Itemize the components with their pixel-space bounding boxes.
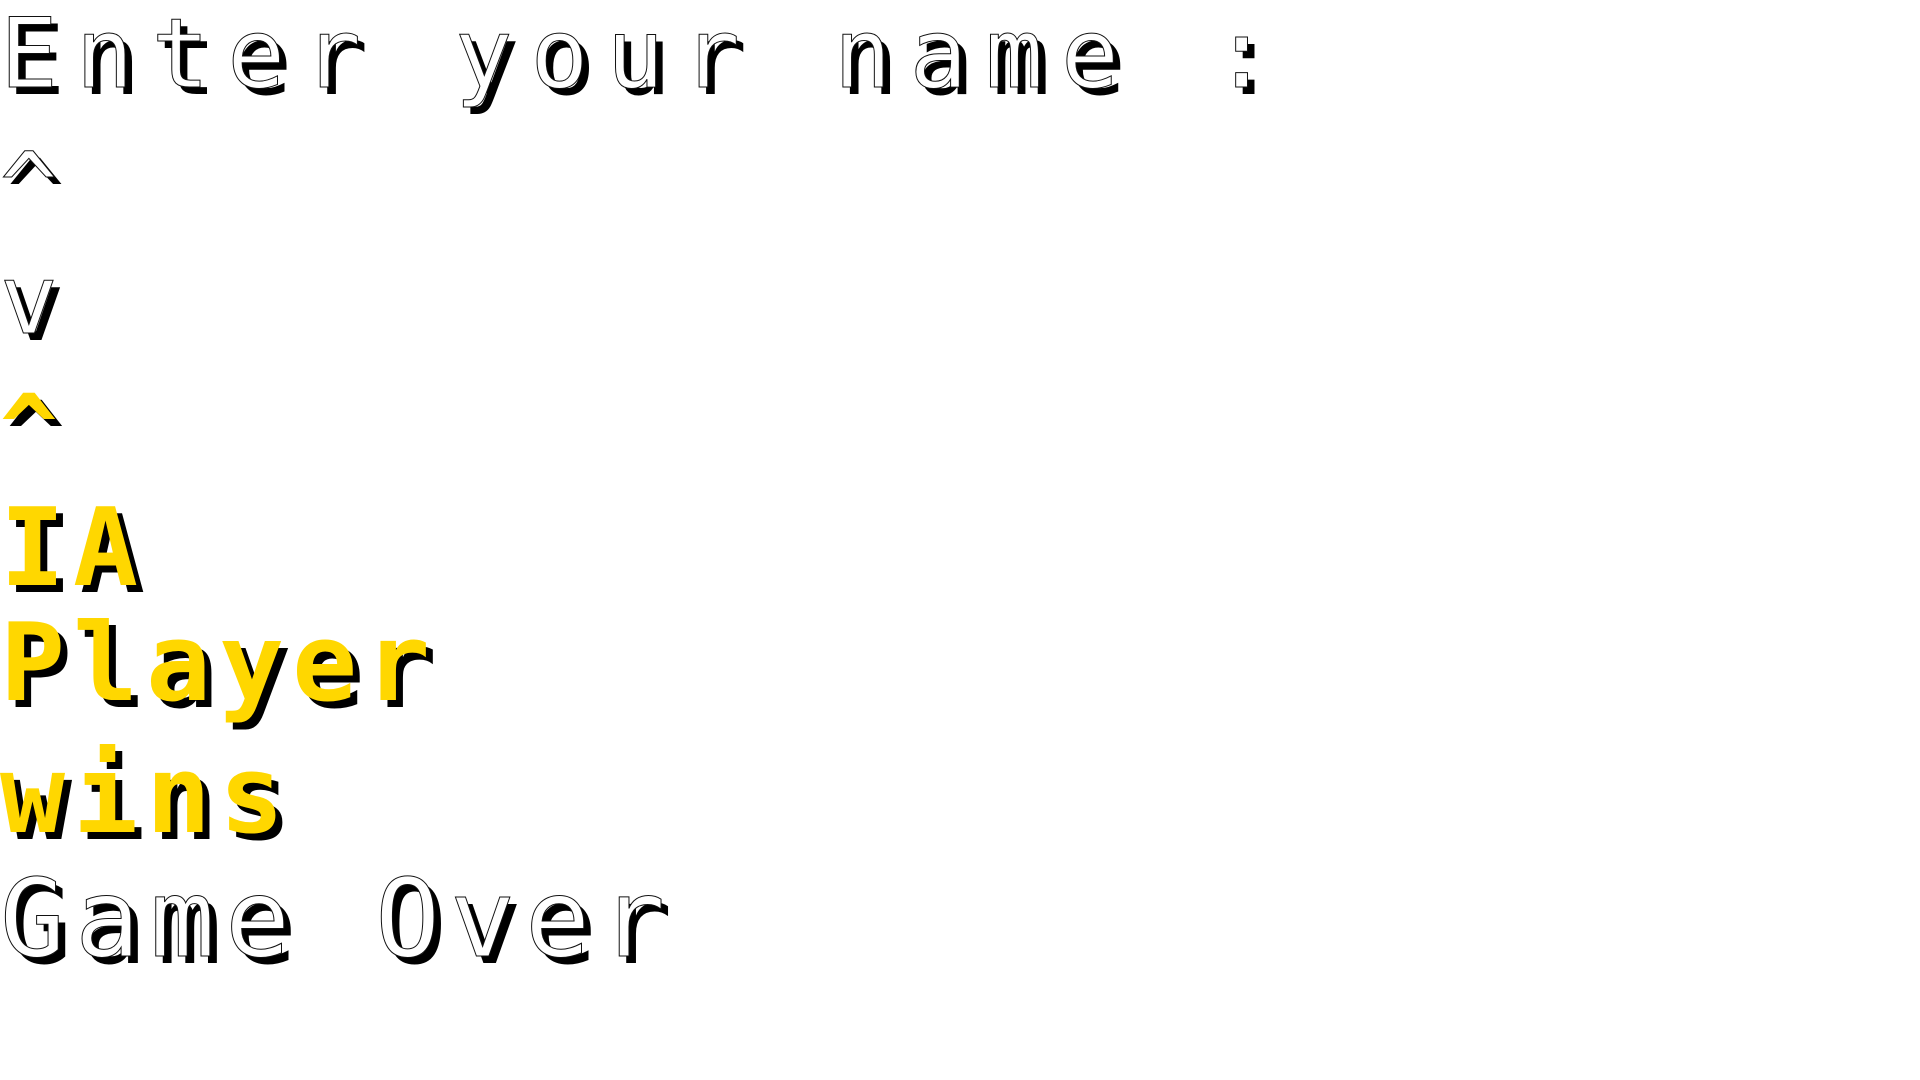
game-over-label: Game Over <box>0 857 676 982</box>
wins-label: wins <box>0 733 293 858</box>
name-prompt-label: Enter your name : <box>0 0 1289 110</box>
letter-down-arrow[interactable]: v <box>0 252 58 349</box>
letter-up-arrow[interactable]: ^ <box>0 140 58 237</box>
selected-up-arrow[interactable]: ^ <box>0 382 58 478</box>
winner-name: IA <box>0 486 147 611</box>
game-screen: Enter your name : ^ v ^ IA Player wins G… <box>0 0 1920 1080</box>
player-label: Player <box>0 601 439 726</box>
